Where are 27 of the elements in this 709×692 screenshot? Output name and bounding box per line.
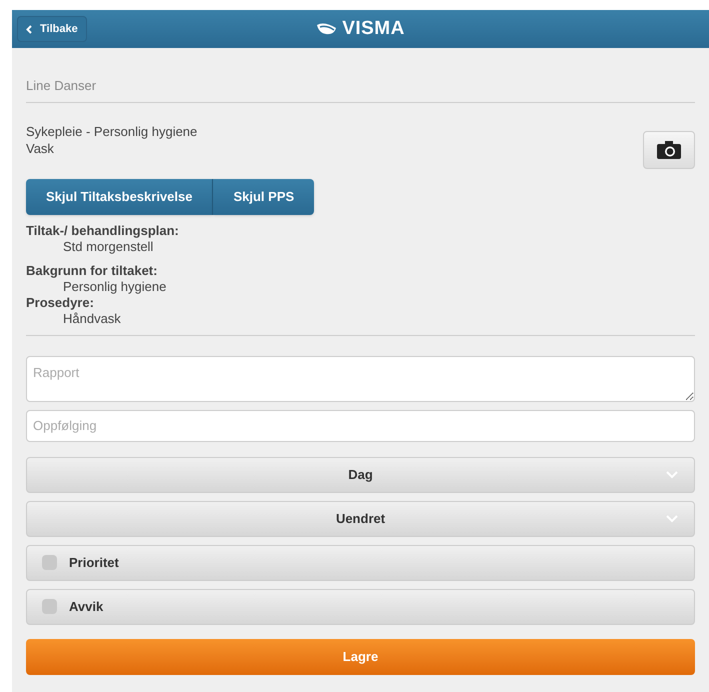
logo-swoosh-icon — [316, 22, 338, 36]
checkbox[interactable] — [42, 599, 57, 614]
chevron-down-icon — [666, 514, 678, 522]
toggle-button[interactable]: Skjul PPS — [213, 178, 314, 214]
patient-name: Line Danser — [26, 48, 695, 102]
logo-text: VISMA — [342, 16, 405, 41]
camera-button[interactable] — [643, 130, 695, 168]
task-name: Vask — [26, 140, 55, 156]
detail-value: Std morgenstell — [62, 238, 154, 254]
detail-label: Tiltak-/ behandlingsplan: — [26, 222, 180, 238]
checkbox-row[interactable]: Avvik — [26, 588, 695, 624]
detail-value: Personlig hygiene — [62, 278, 168, 294]
report-field[interactable]: Rapport — [26, 356, 695, 402]
chevron-down-icon — [666, 470, 678, 478]
checkbox[interactable] — [42, 555, 57, 570]
task-category: Sykepleie - Personlig hygiene — [26, 122, 198, 140]
select-dropdown[interactable]: Dag — [26, 456, 695, 492]
followup-field[interactable]: Oppfølging — [26, 410, 695, 442]
checkbox-row[interactable]: Prioritet — [26, 544, 695, 580]
chevron-left-icon — [26, 24, 32, 34]
camera-icon — [657, 140, 681, 158]
back-button[interactable]: Tilbake — [17, 16, 87, 42]
toggle-button[interactable]: Skjul Tiltaksbeskrivelse — [26, 178, 214, 214]
detail-value: Håndvask — [62, 310, 122, 326]
detail-label: Prosedyre: — [26, 294, 95, 310]
select-dropdown[interactable]: Uendret — [26, 500, 695, 536]
detail-label: Bakgrunn for tiltaket: — [26, 262, 158, 278]
